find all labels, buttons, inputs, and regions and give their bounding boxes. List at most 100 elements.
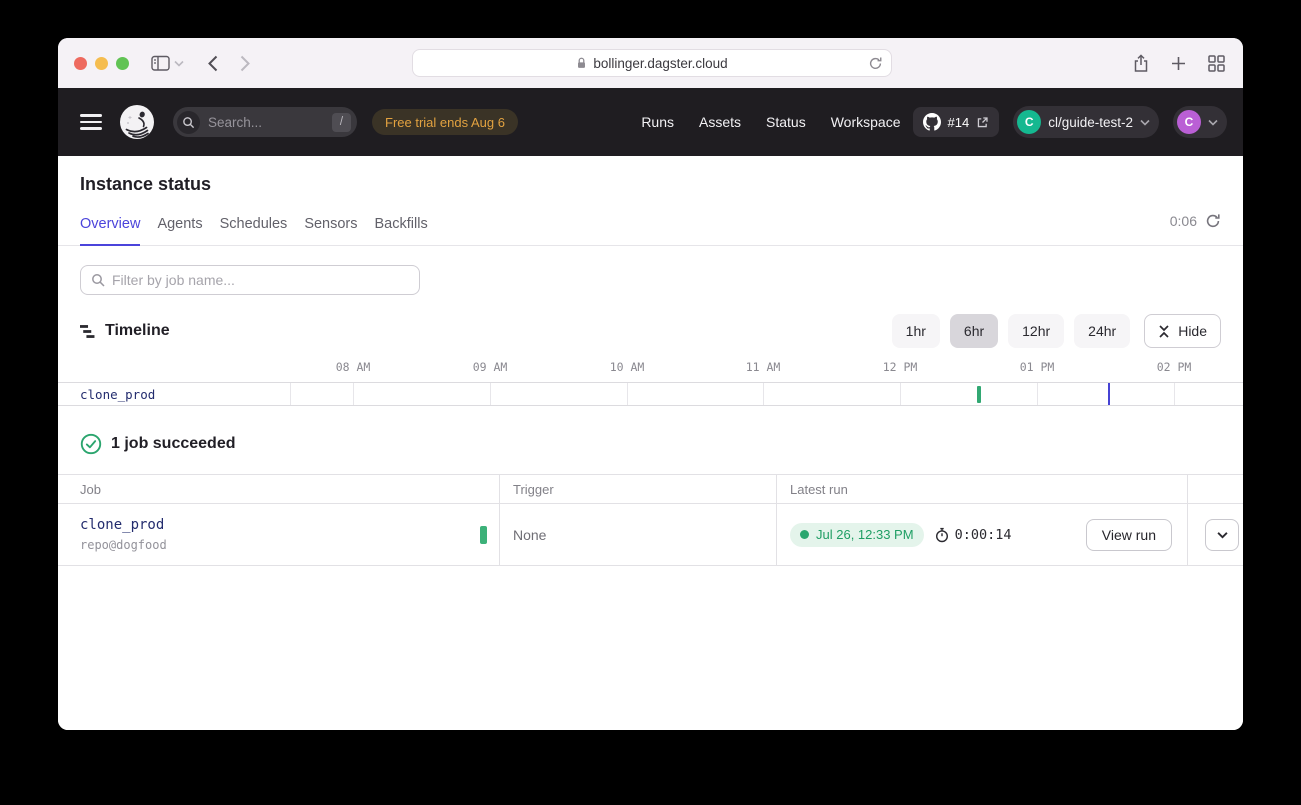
window-controls — [74, 57, 129, 70]
timeline-icon — [80, 324, 95, 339]
view-run-button[interactable]: View run — [1086, 519, 1172, 551]
row-expand-button[interactable] — [1205, 519, 1239, 551]
page-content: Instance status Overview Agents Schedule… — [58, 156, 1243, 730]
run-time-badge[interactable]: Jul 26, 12:33 PM — [790, 523, 924, 547]
tab-backfills[interactable]: Backfills — [375, 216, 428, 245]
run-duration: 0:00:14 — [955, 527, 1012, 543]
job-filter-field — [80, 265, 420, 295]
success-dot-icon — [800, 530, 809, 539]
trigger-value: None — [513, 527, 546, 543]
nav-link-workspace[interactable]: Workspace — [831, 114, 901, 130]
range-button-24hr[interactable]: 24hr — [1074, 314, 1130, 348]
minimize-window-button[interactable] — [95, 57, 108, 70]
user-menu[interactable]: C — [1173, 106, 1227, 138]
search-icon — [177, 111, 200, 134]
current-time-line — [1108, 383, 1110, 405]
tab-schedules[interactable]: Schedules — [220, 216, 288, 245]
stopwatch-icon — [934, 527, 950, 543]
search-icon — [91, 273, 105, 287]
refresh-countdown: 0:06 — [1170, 213, 1197, 229]
deployment-avatar: C — [1017, 110, 1041, 134]
timeline-row: clone_prod — [58, 382, 1243, 406]
axis-tick-label: 12 PM — [868, 360, 932, 374]
back-button[interactable] — [208, 55, 218, 72]
tab-agents[interactable]: Agents — [157, 216, 202, 245]
browser-toolbar: bollinger.dagster.cloud — [58, 38, 1243, 88]
zoom-window-button[interactable] — [116, 57, 129, 70]
reload-icon[interactable] — [868, 56, 883, 74]
axis-tick-label: 02 PM — [1142, 360, 1206, 374]
axis-tick-label: 08 AM — [321, 360, 385, 374]
job-location: repo@dogfood — [80, 538, 480, 552]
axis-tick-label: 01 PM — [1005, 360, 1069, 374]
latest-run-cell: Jul 26, 12:33 PM 0:00:14 View run — [777, 504, 1188, 565]
job-name-link[interactable]: clone_prod — [80, 517, 480, 533]
trial-badge[interactable]: Free trial ends Aug 6 — [372, 109, 518, 135]
table-row: clone_prod repo@dogfood None Jul 26, 12:… — [58, 504, 1243, 566]
search-placeholder: Search... — [208, 115, 324, 130]
actions-cell — [1188, 504, 1243, 565]
search-shortcut-key: / — [332, 113, 351, 132]
app-navbar: Search... / Free trial ends Aug 6 Runs A… — [58, 88, 1243, 156]
address-bar[interactable]: bollinger.dagster.cloud — [412, 49, 892, 77]
forward-button[interactable] — [240, 55, 250, 72]
chevron-down-icon — [1208, 119, 1218, 126]
tab-sensors[interactable]: Sensors — [304, 216, 357, 245]
sidebar-chevron-down-icon[interactable] — [174, 60, 184, 67]
hide-label: Hide — [1178, 323, 1207, 339]
browser-window: bollinger.dagster.cloud — [58, 38, 1243, 730]
tab-overview[interactable]: Overview — [80, 216, 140, 245]
nav-link-status[interactable]: Status — [766, 114, 806, 130]
refresh-icon[interactable] — [1205, 213, 1221, 229]
run-timeline-chart: 08 AM 09 AM 10 AM 11 AM 12 PM 01 PM 02 P… — [58, 352, 1243, 406]
dagster-logo[interactable] — [119, 104, 155, 140]
jobs-table: Job Trigger Latest run clone_prod repo@d… — [58, 474, 1243, 566]
run-start-time: Jul 26, 12:33 PM — [816, 527, 914, 542]
table-header: Job Trigger Latest run — [58, 475, 1243, 504]
nav-link-assets[interactable]: Assets — [699, 114, 741, 130]
axis-tick-label: 10 AM — [595, 360, 659, 374]
user-avatar: C — [1177, 110, 1201, 134]
share-icon[interactable] — [1133, 54, 1149, 73]
github-icon — [923, 113, 941, 131]
trigger-cell: None — [500, 504, 777, 565]
close-window-button[interactable] — [74, 57, 87, 70]
collapse-icon — [1158, 325, 1170, 338]
url-text: bollinger.dagster.cloud — [593, 56, 727, 71]
lock-icon — [576, 56, 587, 70]
range-button-6hr[interactable]: 6hr — [950, 314, 998, 348]
tab-overview-icon[interactable] — [1208, 55, 1225, 72]
tabs: Overview Agents Schedules Sensors Backfi… — [58, 216, 1243, 246]
chevron-down-icon — [1217, 531, 1228, 539]
nav-link-runs[interactable]: Runs — [641, 114, 674, 130]
job-summary-text: 1 job succeeded — [111, 435, 236, 453]
column-header-trigger: Trigger — [500, 475, 777, 503]
timeline-job-label[interactable]: clone_prod — [80, 387, 155, 402]
succeeded-run-marker[interactable] — [977, 386, 981, 403]
external-link-icon — [976, 116, 989, 129]
global-search-input[interactable]: Search... / — [173, 107, 357, 137]
github-version-button[interactable]: #14 — [913, 107, 1000, 137]
menu-icon[interactable] — [80, 114, 102, 130]
sidebar-icon[interactable] — [151, 55, 170, 72]
timeline-label-divider — [290, 383, 291, 405]
new-tab-icon[interactable] — [1171, 56, 1186, 71]
chevron-down-icon — [1140, 119, 1150, 126]
deployment-name: cl/guide-test-2 — [1048, 115, 1133, 130]
column-header-job: Job — [58, 475, 500, 503]
column-header-latest-run: Latest run — [777, 475, 1188, 503]
timeline-header: Timeline 1hr 6hr 12hr 24hr Hide — [58, 314, 1243, 348]
run-history-bar[interactable] — [480, 526, 487, 544]
range-button-12hr[interactable]: 12hr — [1008, 314, 1064, 348]
check-circle-icon — [80, 433, 102, 455]
github-version-label: #14 — [948, 115, 970, 130]
range-button-1hr[interactable]: 1hr — [892, 314, 940, 348]
deployment-switcher[interactable]: C cl/guide-test-2 — [1013, 106, 1159, 138]
hide-timeline-button[interactable]: Hide — [1144, 314, 1221, 348]
axis-tick-label: 11 AM — [731, 360, 795, 374]
timeline-axis: 08 AM 09 AM 10 AM 11 AM 12 PM 01 PM 02 P… — [58, 352, 1243, 382]
page-title: Instance status — [58, 156, 1243, 195]
job-filter-input[interactable] — [112, 272, 409, 288]
nav-links: Runs Assets Status Workspace — [641, 114, 900, 130]
column-header-actions — [1188, 475, 1243, 503]
